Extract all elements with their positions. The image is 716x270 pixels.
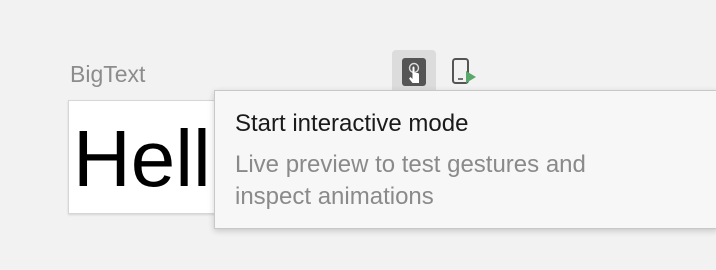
deploy-preview-button[interactable] [442,50,486,94]
interactive-mode-button[interactable] [392,50,436,94]
tooltip-title: Start interactive mode [235,110,469,137]
interactive-mode-icon [402,58,426,86]
tooltip-description-line-1: Live preview to test gestures and [235,151,586,178]
tooltip-description-line-2: inspect animations [235,183,434,210]
tooltip: Start interactive mode Live preview to t… [214,90,716,229]
deploy-preview-icon [452,58,476,84]
tooltip-description: Live preview to test gestures and inspec… [235,149,705,213]
preview-label: BigText [70,61,146,87]
